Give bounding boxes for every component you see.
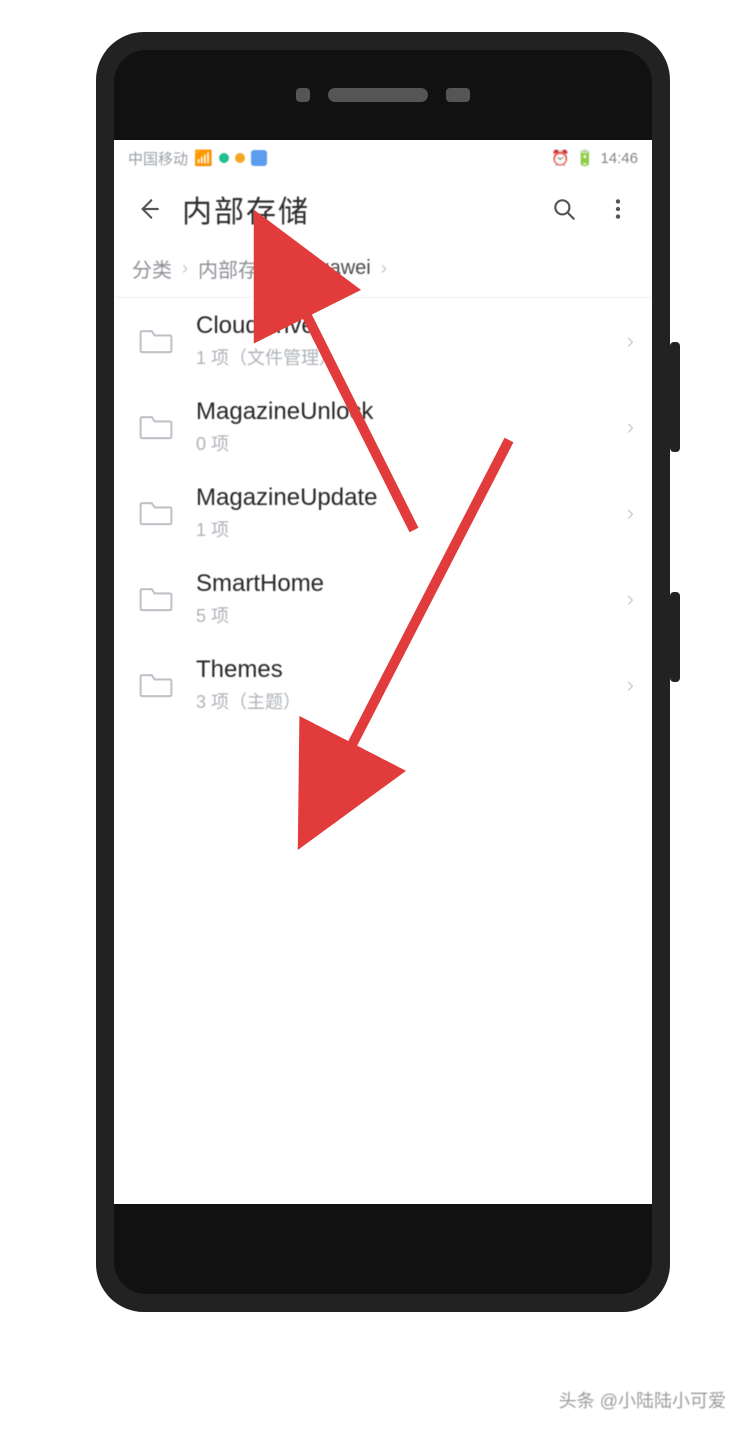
chevron-right-icon: › bbox=[288, 258, 294, 279]
folder-sub: 5 项 bbox=[196, 602, 607, 628]
breadcrumb-item[interactable]: 内部存储 bbox=[198, 254, 278, 283]
folder-icon bbox=[136, 321, 176, 361]
signal-icon: 📶 bbox=[194, 149, 213, 167]
alarm-icon: ⏰ bbox=[551, 149, 570, 167]
side-button-volume bbox=[670, 342, 680, 452]
more-button[interactable] bbox=[598, 189, 638, 229]
folder-icon bbox=[136, 665, 176, 705]
search-icon bbox=[551, 196, 577, 222]
breadcrumb-item[interactable]: Huawei bbox=[304, 257, 371, 280]
folder-name: SmartHome bbox=[196, 570, 607, 598]
phone-top-bezel bbox=[114, 50, 652, 140]
watermark-label: 头条 @小陆陆小可爱 bbox=[559, 1387, 726, 1413]
chevron-right-icon: › bbox=[627, 328, 634, 354]
chevron-right-icon: › bbox=[627, 414, 634, 440]
status-dot-green bbox=[219, 153, 229, 163]
phone-bottom-bezel bbox=[114, 1204, 652, 1294]
phone-screen: 中国移动 📶 ⏰ 🔋 14:46 内部存储 bbox=[114, 140, 652, 1204]
page-title: 内部存储 bbox=[182, 187, 530, 231]
list-item[interactable]: SmartHome 5 项 › bbox=[114, 556, 652, 642]
chevron-right-icon: › bbox=[627, 586, 634, 612]
list-item[interactable]: CloudDrive 1 项（文件管理） › bbox=[114, 298, 652, 384]
list-item[interactable]: MagazineUpdate 1 项 › bbox=[114, 470, 652, 556]
folder-sub: 0 项 bbox=[196, 430, 607, 456]
folder-sub: 1 项 bbox=[196, 516, 607, 542]
breadcrumb-item[interactable]: 分类 bbox=[132, 254, 172, 283]
folder-name: MagazineUnlock bbox=[196, 398, 607, 426]
list-item[interactable]: MagazineUnlock 0 项 › bbox=[114, 384, 652, 470]
folder-icon bbox=[136, 493, 176, 533]
battery-icon: 🔋 bbox=[576, 149, 595, 167]
folder-icon bbox=[136, 407, 176, 447]
breadcrumb: 分类 › 内部存储 › Huawei › bbox=[114, 242, 652, 298]
folder-name: Themes bbox=[196, 656, 607, 684]
chevron-right-icon: › bbox=[627, 500, 634, 526]
chevron-right-icon: › bbox=[182, 258, 188, 279]
chevron-right-icon: › bbox=[381, 258, 387, 279]
list-item[interactable]: Themes 3 项（主题） › bbox=[114, 642, 652, 728]
clock-label: 14:46 bbox=[600, 150, 638, 167]
status-dot-orange bbox=[235, 153, 245, 163]
status-bar: 中国移动 📶 ⏰ 🔋 14:46 bbox=[114, 140, 652, 176]
search-button[interactable] bbox=[544, 189, 584, 229]
back-button[interactable] bbox=[128, 189, 168, 229]
folder-list: CloudDrive 1 项（文件管理） › MagazineUnlock 0 … bbox=[114, 298, 652, 728]
status-square-blue bbox=[251, 150, 267, 166]
phone-frame: 中国移动 📶 ⏰ 🔋 14:46 内部存储 bbox=[96, 32, 670, 1312]
arrow-left-icon bbox=[135, 196, 161, 222]
folder-name: CloudDrive bbox=[196, 312, 607, 340]
folder-name: MagazineUpdate bbox=[196, 484, 607, 512]
folder-sub: 3 项（主题） bbox=[196, 688, 607, 714]
chevron-right-icon: › bbox=[627, 672, 634, 698]
folder-sub: 1 项（文件管理） bbox=[196, 344, 607, 370]
side-button-power bbox=[670, 592, 680, 682]
more-vertical-icon bbox=[605, 196, 631, 222]
app-header: 内部存储 bbox=[114, 176, 652, 242]
carrier-label: 中国移动 bbox=[128, 148, 188, 169]
folder-icon bbox=[136, 579, 176, 619]
